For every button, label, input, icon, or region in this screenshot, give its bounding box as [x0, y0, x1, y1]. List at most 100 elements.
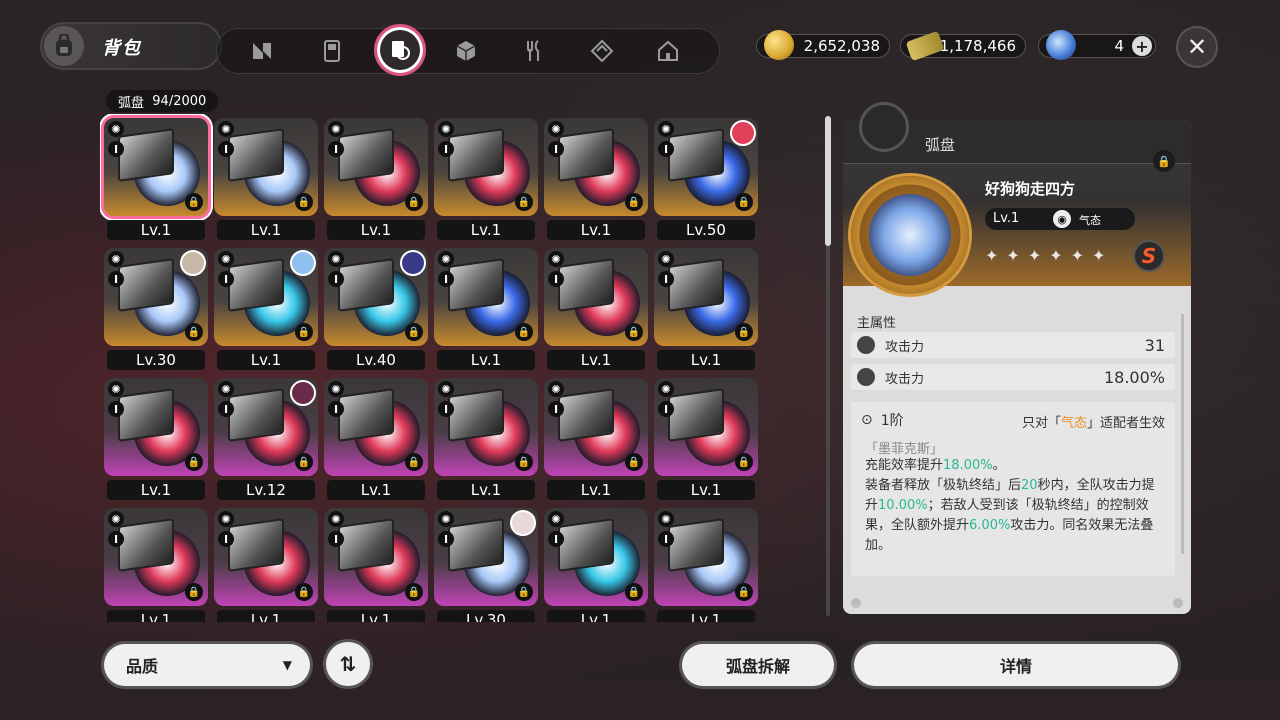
lock-icon[interactable]: 🔒: [735, 323, 753, 341]
add-energy-button[interactable]: +: [1132, 36, 1152, 56]
close-button[interactable]: ✕: [1176, 26, 1218, 68]
desc-text: 充能效率提升: [865, 458, 944, 473]
disc-item[interactable]: ✺ I 🔒: [434, 508, 538, 606]
lock-icon[interactable]: 🔒: [735, 453, 753, 471]
attribute-icon: ✺: [548, 251, 564, 267]
disc-item[interactable]: ✺ I 🔒: [214, 118, 318, 216]
lock-icon[interactable]: 🔒: [295, 193, 313, 211]
disc-case-art: [338, 518, 394, 572]
disc-case-art: [448, 518, 504, 572]
disc-item[interactable]: ✺ I 🔒: [104, 378, 208, 476]
lock-icon[interactable]: 🔒: [515, 583, 533, 601]
stat-name: 攻击力: [885, 371, 925, 387]
lock-icon[interactable]: 🔒: [735, 193, 753, 211]
disc-case-art: [448, 388, 504, 442]
lock-icon[interactable]: 🔒: [515, 323, 533, 341]
disc-level: Lv.1: [217, 350, 315, 370]
lock-icon[interactable]: 🔒: [515, 453, 533, 471]
disc-level: Lv.1: [107, 220, 205, 240]
disc-item[interactable]: ✺ I 🔒: [544, 248, 648, 346]
disc-item[interactable]: ✺ I 🔒: [434, 118, 538, 216]
disc-item[interactable]: ✺ I 🔒: [104, 118, 208, 216]
grid-scrollbar[interactable]: [825, 116, 831, 616]
disc-level: Lv.1: [437, 350, 535, 370]
rank-icon: I: [438, 531, 454, 547]
attribute-icon: ✺: [438, 121, 454, 137]
disc-level: Lv.1: [993, 211, 1020, 226]
disc-item[interactable]: ✺ I 🔒: [654, 248, 758, 346]
disc-item[interactable]: ✺ I 🔒: [104, 248, 208, 346]
disc-item[interactable]: ✺ I 🔒: [544, 378, 648, 476]
lock-icon[interactable]: 🔒: [735, 583, 753, 601]
disc-item[interactable]: ✺ I 🔒: [654, 508, 758, 606]
sort-order-button[interactable]: ⇅: [326, 642, 370, 686]
disc-level: Lv.40: [327, 350, 425, 370]
scroll-thumb[interactable]: [825, 116, 831, 246]
lock-icon[interactable]: 🔒: [185, 323, 203, 341]
details-button[interactable]: 详情: [854, 644, 1178, 686]
attribute-icon: ✺: [328, 251, 344, 267]
lock-icon[interactable]: 🔒: [405, 193, 423, 211]
lock-icon[interactable]: 🔒: [405, 323, 423, 341]
lock-icon[interactable]: 🔒: [295, 583, 313, 601]
disc-item[interactable]: ✺ I 🔒: [544, 118, 648, 216]
stat-name: 攻击力: [885, 339, 925, 355]
disc-item[interactable]: ✺ I 🔒: [434, 378, 538, 476]
req-pre: 只对「: [1021, 416, 1061, 431]
lock-icon[interactable]: 🔒: [625, 453, 643, 471]
disc-item[interactable]: ✺ I 🔒: [214, 378, 318, 476]
lock-icon[interactable]: 🔒: [185, 193, 203, 211]
req-post: 」适配者生效: [1086, 416, 1165, 431]
disc-level: Lv.1: [547, 350, 645, 370]
disc-item[interactable]: ✺ I 🔒: [324, 248, 428, 346]
sort-quality-dropdown[interactable]: 品质 ▼: [104, 644, 310, 686]
disc-item[interactable]: ✺ I 🔒: [654, 378, 758, 476]
lock-icon[interactable]: 🔒: [405, 453, 423, 471]
lock-icon[interactable]: 🔒: [185, 583, 203, 601]
desc-value: 10.00%: [878, 498, 928, 513]
target-icon: ⊙: [861, 412, 873, 428]
attribute-icon: ✺: [108, 251, 124, 267]
disc-level: Lv.1: [107, 610, 205, 622]
detail-scrollbar[interactable]: [1181, 314, 1184, 554]
attribute-icon: ✺: [218, 381, 234, 397]
disc-item[interactable]: ✺ I 🔒: [214, 248, 318, 346]
disc-level: Lv.1: [657, 610, 755, 622]
attribute-icon: ✺: [218, 251, 234, 267]
desc-text: 装备者释放「极轨终结」后: [865, 478, 1022, 493]
tab-n-icon[interactable]: [242, 31, 282, 71]
tab-disc-case-icon[interactable]: [374, 24, 426, 76]
dismantle-label: 弧盘拆解: [725, 657, 790, 676]
tab-cutlery-icon[interactable]: [514, 31, 554, 71]
tab-diamond-icon[interactable]: [582, 31, 622, 71]
back-button[interactable]: 背包: [40, 22, 222, 70]
lock-icon[interactable]: 🔒: [295, 453, 313, 471]
attribute-icon: ✺: [108, 511, 124, 527]
lock-icon[interactable]: 🔒: [295, 323, 313, 341]
tab-gameboy-icon[interactable]: [312, 31, 352, 71]
rank-badge: S: [1133, 240, 1165, 272]
lock-icon[interactable]: 🔒: [405, 583, 423, 601]
req-attr: 气态: [1060, 416, 1087, 431]
rank-icon: I: [218, 401, 234, 417]
disc-item[interactable]: ✺ I 🔒: [544, 508, 648, 606]
attribute-icon: ✺: [658, 381, 674, 397]
tab-house-icon[interactable]: [648, 31, 688, 71]
lock-icon[interactable]: 🔒: [1153, 150, 1175, 172]
lock-icon[interactable]: 🔒: [515, 193, 533, 211]
disc-item[interactable]: ✺ I 🔒: [324, 118, 428, 216]
stat-row: 攻击力 31: [851, 332, 1175, 358]
disc-item[interactable]: ✺ I 🔒: [104, 508, 208, 606]
disc-item[interactable]: ✺ I 🔒: [654, 118, 758, 216]
lock-icon[interactable]: 🔒: [185, 453, 203, 471]
gold-currency: 2,652,038: [756, 30, 890, 60]
disc-item[interactable]: ✺ I 🔒: [434, 248, 538, 346]
dismantle-button[interactable]: 弧盘拆解: [682, 644, 834, 686]
lock-icon[interactable]: 🔒: [625, 323, 643, 341]
lock-icon[interactable]: 🔒: [625, 583, 643, 601]
disc-item[interactable]: ✺ I 🔒: [324, 508, 428, 606]
disc-item[interactable]: ✺ I 🔒: [214, 508, 318, 606]
disc-item[interactable]: ✺ I 🔒: [324, 378, 428, 476]
tab-cube-icon[interactable]: [446, 31, 486, 71]
lock-icon[interactable]: 🔒: [625, 193, 643, 211]
